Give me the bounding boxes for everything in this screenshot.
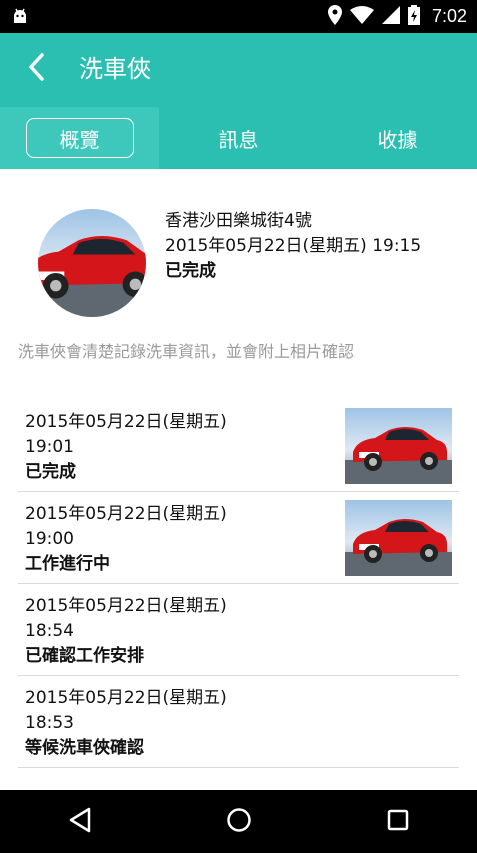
battery-icon (407, 4, 420, 29)
item-time: 18:54 (25, 621, 74, 641)
tab-label: 訊息 (218, 127, 259, 152)
item-status: 已完成 (25, 462, 76, 482)
signal-icon (381, 5, 400, 28)
location-icon (327, 4, 342, 29)
status-history-list: 2015年05月22日(星期五) 19:01 已完成 2015年05月22日(星… (18, 400, 459, 768)
system-nav-bar (0, 790, 477, 853)
address: 香港沙田樂城街4號 (165, 211, 312, 231)
app-title: 洗車俠 (79, 55, 151, 83)
tab-messages[interactable]: 訊息 (159, 107, 318, 169)
list-item[interactable]: 2015年05月22日(星期五) 19:01 已完成 (18, 400, 459, 492)
item-status: 等候洗車俠確認 (25, 738, 144, 758)
tab-label: 收據 (377, 127, 418, 152)
nav-back-button[interactable] (50, 797, 110, 847)
tab-overview[interactable]: 概覽 (0, 107, 159, 169)
nav-back-icon (68, 807, 92, 837)
item-date: 2015年05月22日(星期五) (25, 504, 227, 524)
booking-status: 已完成 (165, 261, 216, 281)
tab-receipts[interactable]: 收據 (318, 107, 477, 169)
item-date: 2015年05月22日(星期五) (25, 688, 227, 708)
back-button[interactable] (16, 49, 56, 89)
android-icon (10, 6, 30, 30)
wifi-icon (349, 5, 374, 28)
clock: 7:02 (431, 6, 467, 26)
car-avatar (38, 209, 146, 317)
item-time: 19:00 (25, 529, 74, 549)
description-text: 洗車俠會清楚記錄洗車資訊，並會附上相片確認 (18, 342, 355, 361)
car-photo-thumbnail[interactable] (345, 408, 452, 484)
item-time: 18:53 (25, 713, 74, 733)
tab-label: 概覽 (59, 127, 100, 152)
status-bar: 7:02 (0, 0, 477, 33)
booking-summary: 香港沙田樂城街4號 2015年05月22日(星期五) 19:15 已完成 (0, 169, 477, 339)
nav-recents-button[interactable] (368, 797, 428, 847)
item-date: 2015年05月22日(星期五) (25, 412, 227, 432)
list-item[interactable]: 2015年05月22日(星期五) 18:53 等候洗車俠確認 (18, 676, 459, 768)
nav-home-button[interactable] (209, 797, 269, 847)
item-time: 19:01 (25, 437, 74, 457)
list-item[interactable]: 2015年05月22日(星期五) 18:54 已確認工作安排 (18, 584, 459, 676)
nav-recents-icon (386, 808, 410, 836)
item-date: 2015年05月22日(星期五) (25, 596, 227, 616)
tab-bar: 概覽 訊息 收據 (0, 107, 477, 169)
item-status: 工作進行中 (25, 554, 110, 574)
booking-datetime: 2015年05月22日(星期五) 19:15 (165, 236, 422, 256)
back-arrow-icon (27, 52, 45, 86)
nav-home-icon (226, 807, 252, 837)
item-status: 已確認工作安排 (25, 646, 144, 666)
list-item[interactable]: 2015年05月22日(星期五) 19:00 工作進行中 (18, 492, 459, 584)
car-photo-thumbnail[interactable] (345, 500, 452, 576)
app-bar: 洗車俠 (0, 33, 477, 107)
